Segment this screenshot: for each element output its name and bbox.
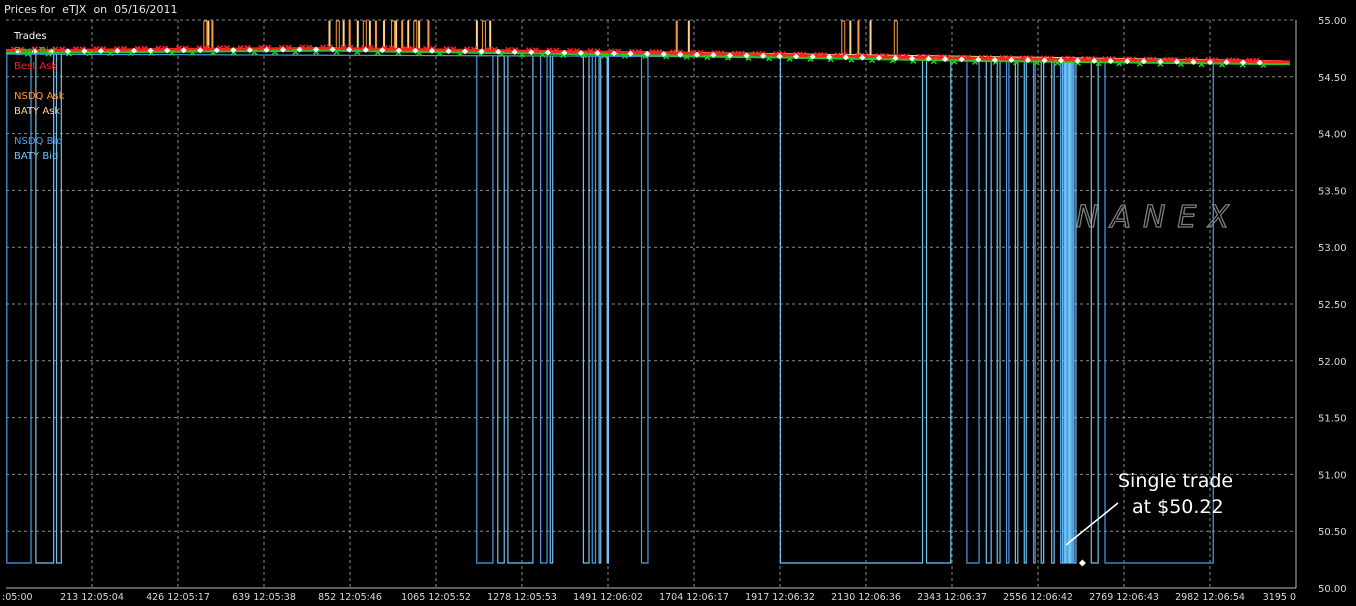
x-tick-label: 426 12:05:17 bbox=[146, 592, 210, 603]
y-tick-label: 54.50 bbox=[1318, 73, 1347, 84]
y-tick-label: 50.50 bbox=[1318, 527, 1347, 538]
x-tick-label: 852 12:05:46 bbox=[318, 592, 382, 603]
legend-baty_ask: BATY Ask bbox=[14, 106, 60, 117]
legend-trades: Trades bbox=[13, 31, 47, 42]
ask-spike-line bbox=[418, 20, 421, 51]
ask-spike-line bbox=[356, 20, 359, 51]
bid-drop-line bbox=[1068, 61, 1071, 564]
y-tick-label: 55.00 bbox=[1318, 16, 1347, 27]
x-tick-label: 1917 12:06:32 bbox=[745, 592, 815, 603]
plot-background bbox=[0, 20, 1356, 606]
x-tick-label: 1065 12:05:52 bbox=[401, 592, 471, 603]
bid-drop-line bbox=[1066, 61, 1069, 564]
ask-spike-line bbox=[675, 20, 678, 53]
legend-best_ask: Best Ask bbox=[14, 61, 57, 72]
x-tick-label: 2130 12:06:36 bbox=[831, 592, 901, 603]
bid-drop-line bbox=[1071, 61, 1074, 564]
ask-spike-line bbox=[849, 20, 852, 55]
x-tick-label: 1704 12:06:17 bbox=[659, 592, 729, 603]
ask-spike-line bbox=[475, 20, 478, 52]
x-tick-label: 3195 0 bbox=[1263, 592, 1296, 603]
ask-spike-line bbox=[857, 20, 860, 55]
y-tick-label: 52.00 bbox=[1318, 357, 1347, 368]
x-tick-label: 1491 12:06:02 bbox=[573, 592, 643, 603]
price-chart: NANEX 50.00 50.50 51.00 51.50 52.00 52.50 53.0… bbox=[0, 16, 1356, 606]
x-tick-label: 2982 12:06:54 bbox=[1175, 592, 1245, 603]
y-tick-label: 53.50 bbox=[1318, 186, 1347, 197]
y-tick-label: 50.00 bbox=[1318, 584, 1347, 595]
legend-nsdq_bid: NSDQ Bid bbox=[14, 136, 63, 147]
x-tick-label: 1278 12:05:53 bbox=[487, 592, 557, 603]
legend-baty_bid: BATY Bid bbox=[14, 151, 58, 162]
x-tick-label: 213 12:05:04 bbox=[60, 592, 124, 603]
y-tick-label: 52.50 bbox=[1318, 300, 1347, 311]
ask-spike-line bbox=[211, 20, 214, 51]
annotation-line-1: Single trade bbox=[1118, 470, 1233, 492]
x-tick-label: 2343 12:06:37 bbox=[917, 592, 987, 603]
y-tick-label: 53.00 bbox=[1318, 243, 1347, 254]
ask-spike-line bbox=[374, 20, 377, 51]
y-tick-label: 54.00 bbox=[1318, 130, 1347, 141]
legend-best_bid: Best Bid bbox=[14, 46, 55, 57]
y-tick-label: 51.00 bbox=[1318, 470, 1347, 481]
x-tick-label: 2769 12:06:43 bbox=[1089, 592, 1159, 603]
legend-nsdq_ask: NSDQ Ask bbox=[14, 91, 65, 102]
y-tick-label: 51.50 bbox=[1318, 414, 1347, 425]
annotation-line-2: at $50.22 bbox=[1132, 496, 1224, 518]
bid-drop-line bbox=[1064, 61, 1067, 564]
ask-spike-line bbox=[869, 20, 872, 55]
bid-drop-line bbox=[1069, 61, 1072, 564]
x-tick-label: :05:00 bbox=[2, 592, 33, 603]
ask-spike-line bbox=[395, 20, 398, 51]
x-tick-label: 2556 12:06:42 bbox=[1003, 592, 1073, 603]
ask-spike-line bbox=[687, 20, 690, 53]
nanex-watermark: NANEX bbox=[1076, 200, 1241, 235]
x-tick-label: 639 12:05:38 bbox=[232, 592, 296, 603]
ask-spike-line bbox=[489, 20, 492, 52]
